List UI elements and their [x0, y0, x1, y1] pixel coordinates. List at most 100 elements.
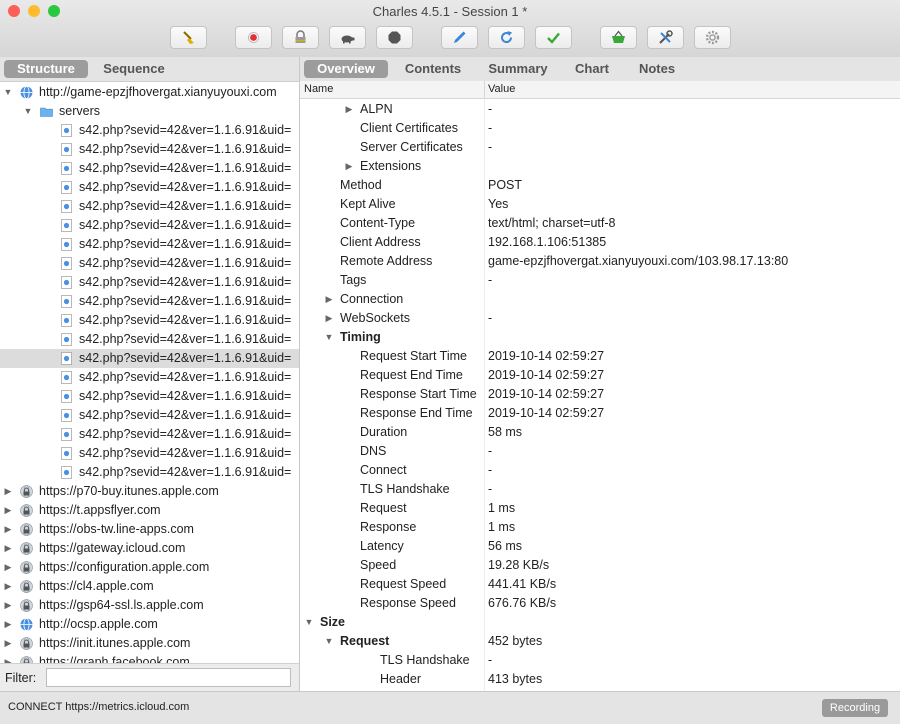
clear-session-button[interactable] [170, 26, 207, 49]
tree-request-row[interactable]: s42.php?sevid=42&ver=1.1.6.91&uid= [0, 292, 299, 311]
property-row[interactable]: Response Speed 676.76 KB/s [300, 594, 900, 613]
disclosure-closed-icon[interactable]: ▶ [3, 558, 13, 577]
property-row[interactable]: TLS Handshake - [300, 651, 900, 670]
property-row[interactable]: Duration 58 ms [300, 423, 900, 442]
disclosure-closed-icon[interactable]: ▶ [344, 157, 354, 176]
tree-request-row[interactable]: s42.php?sevid=42&ver=1.1.6.91&uid= [0, 140, 299, 159]
recording-badge[interactable]: Recording [822, 699, 888, 717]
property-row[interactable]: DNS - [300, 442, 900, 461]
disclosure-open-icon[interactable]: ▼ [3, 83, 13, 102]
tree-request-row[interactable]: s42.php?sevid=42&ver=1.1.6.91&uid= [0, 159, 299, 178]
tree-request-row[interactable]: s42.php?sevid=42&ver=1.1.6.91&uid= [0, 368, 299, 387]
ssl-proxying-button[interactable] [282, 26, 319, 49]
disclosure-open-icon[interactable]: ▼ [324, 632, 334, 651]
tree-host-row[interactable]: ▶ https://init.itunes.apple.com [0, 634, 299, 653]
property-row[interactable]: Client Address 192.168.1.106:51385 [300, 233, 900, 252]
tree-host-row[interactable]: ▶ https://cl4.apple.com [0, 577, 299, 596]
name-column-header[interactable]: Name [304, 81, 333, 98]
property-row[interactable]: Method POST [300, 176, 900, 195]
throttle-button[interactable] [329, 26, 366, 49]
property-row[interactable]: ▶ Extensions [300, 157, 900, 176]
property-row[interactable]: Request Speed 441.41 KB/s [300, 575, 900, 594]
property-row[interactable]: Response Start Time 2019-10-14 02:59:27 [300, 385, 900, 404]
property-row[interactable]: Response 1 ms [300, 518, 900, 537]
property-row[interactable]: ▼ Request 452 bytes [300, 632, 900, 651]
property-row[interactable]: Latency 56 ms [300, 537, 900, 556]
disclosure-closed-icon[interactable]: ▶ [324, 309, 334, 328]
tree-request-row[interactable]: s42.php?sevid=42&ver=1.1.6.91&uid= [0, 330, 299, 349]
column-divider[interactable] [484, 81, 485, 98]
tree-host-row[interactable]: ▼ http://game-epzjfhovergat.xianyuyouxi.c… [0, 83, 299, 102]
disclosure-closed-icon[interactable]: ▶ [3, 482, 13, 501]
property-row[interactable]: Remote Address game-epzjfhovergat.xianyuy… [300, 252, 900, 271]
tree-request-row[interactable]: s42.php?sevid=42&ver=1.1.6.91&uid= [0, 425, 299, 444]
property-row[interactable]: Client Certificates - [300, 119, 900, 138]
property-row[interactable]: Kept Alive Yes [300, 195, 900, 214]
disclosure-closed-icon[interactable]: ▶ [3, 520, 13, 539]
tree-host-row[interactable]: ▶ https://obs-tw.line-apps.com [0, 520, 299, 539]
property-row[interactable]: Server Certificates - [300, 138, 900, 157]
disclosure-closed-icon[interactable]: ▶ [3, 577, 13, 596]
tab-overview[interactable]: Overview [304, 60, 388, 78]
tab-structure[interactable]: Structure [4, 60, 88, 78]
tree-host-row[interactable]: ▶ https://gateway.icloud.com [0, 539, 299, 558]
disclosure-closed-icon[interactable]: ▶ [344, 100, 354, 119]
disclosure-closed-icon[interactable]: ▶ [3, 501, 13, 520]
tab-summary[interactable]: Summary [480, 60, 556, 78]
breakpoints-button[interactable] [376, 26, 413, 49]
tree-folder-row[interactable]: ▼ servers [0, 102, 299, 121]
filter-input[interactable] [46, 668, 291, 687]
tree-request-row[interactable]: s42.php?sevid=42&ver=1.1.6.91&uid= [0, 216, 299, 235]
tree-request-row[interactable]: s42.php?sevid=42&ver=1.1.6.91&uid= [0, 273, 299, 292]
shopping-basket-button[interactable] [600, 26, 637, 49]
property-row[interactable]: Response End Time 2019-10-14 02:59:27 [300, 404, 900, 423]
tree-request-row[interactable]: s42.php?sevid=42&ver=1.1.6.91&uid= [0, 235, 299, 254]
property-row[interactable]: Request End Time 2019-10-14 02:59:27 [300, 366, 900, 385]
value-column-header[interactable]: Value [488, 81, 515, 98]
disclosure-open-icon[interactable]: ▼ [324, 328, 334, 347]
property-row[interactable]: Header 413 bytes [300, 670, 900, 689]
disclosure-closed-icon[interactable]: ▶ [3, 653, 13, 663]
tree-host-row[interactable]: ▶ https://p70-buy.itunes.apple.com [0, 482, 299, 501]
tree-request-row[interactable]: s42.php?sevid=42&ver=1.1.6.91&uid= [0, 406, 299, 425]
tree-request-row[interactable]: s42.php?sevid=42&ver=1.1.6.91&uid= [0, 254, 299, 273]
property-row[interactable]: Request 1 ms [300, 499, 900, 518]
disclosure-open-icon[interactable]: ▼ [23, 102, 33, 121]
property-row[interactable]: Tags - [300, 271, 900, 290]
tree-host-row[interactable]: ▶ https://graph.facebook.com [0, 653, 299, 663]
tree-host-row[interactable]: ▶ https://t.appsflyer.com [0, 501, 299, 520]
record-button[interactable] [235, 26, 272, 49]
tools-button[interactable] [647, 26, 684, 49]
property-row[interactable]: Connect - [300, 461, 900, 480]
property-row[interactable]: Speed 19.28 KB/s [300, 556, 900, 575]
tab-notes[interactable]: Notes [630, 60, 684, 78]
tree-host-row[interactable]: ▶ http://ocsp.apple.com [0, 615, 299, 634]
disclosure-closed-icon[interactable]: ▶ [324, 290, 334, 309]
tab-sequence[interactable]: Sequence [92, 60, 176, 78]
property-row[interactable]: Request Start Time 2019-10-14 02:59:27 [300, 347, 900, 366]
tree-request-row[interactable]: s42.php?sevid=42&ver=1.1.6.91&uid= [0, 463, 299, 482]
property-row[interactable]: Content-Type text/html; charset=utf-8 [300, 214, 900, 233]
property-row[interactable]: TLS Handshake - [300, 480, 900, 499]
tree-request-row[interactable]: s42.php?sevid=42&ver=1.1.6.91&uid= [0, 197, 299, 216]
tree-request-row[interactable]: s42.php?sevid=42&ver=1.1.6.91&uid= [0, 178, 299, 197]
property-row[interactable]: ▶ WebSockets - [300, 309, 900, 328]
compose-button[interactable] [441, 26, 478, 49]
disclosure-closed-icon[interactable]: ▶ [3, 596, 13, 615]
tree-host-row[interactable]: ▶ https://gsp64-ssl.ls.apple.com [0, 596, 299, 615]
tree-request-row[interactable]: s42.php?sevid=42&ver=1.1.6.91&uid= [0, 311, 299, 330]
tree-request-row[interactable]: s42.php?sevid=42&ver=1.1.6.91&uid= [0, 121, 299, 140]
repeat-button[interactable] [488, 26, 525, 49]
tab-contents[interactable]: Contents [394, 60, 472, 78]
disclosure-closed-icon[interactable]: ▶ [3, 634, 13, 653]
tab-chart[interactable]: Chart [566, 60, 618, 78]
settings-button[interactable] [694, 26, 731, 49]
tree-request-row[interactable]: s42.php?sevid=42&ver=1.1.6.91&uid= [0, 349, 299, 368]
validate-button[interactable] [535, 26, 572, 49]
property-row[interactable]: ▼ Timing [300, 328, 900, 347]
property-row[interactable]: ▶ Connection [300, 290, 900, 309]
property-row[interactable]: ▶ ALPN - [300, 100, 900, 119]
property-row[interactable]: ▼ Size [300, 613, 900, 632]
tree-host-row[interactable]: ▶ https://configuration.apple.com [0, 558, 299, 577]
tree-request-row[interactable]: s42.php?sevid=42&ver=1.1.6.91&uid= [0, 387, 299, 406]
